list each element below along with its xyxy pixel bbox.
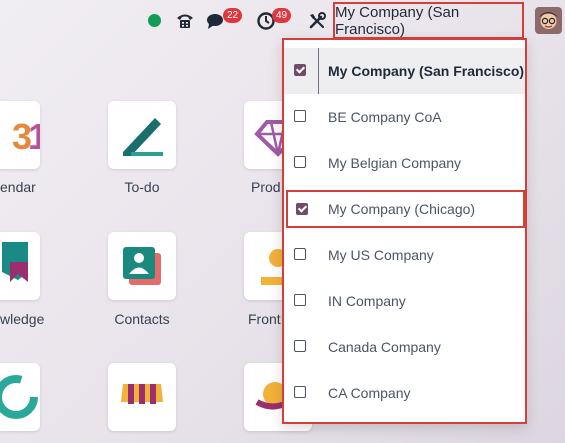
checkbox-icon[interactable] <box>294 64 306 76</box>
checkbox-icon[interactable] <box>294 156 306 168</box>
calendar-app-tile[interactable]: 3 1 <box>0 101 40 169</box>
activities-count-badge: 49 <box>272 8 292 23</box>
company-item-chicago[interactable]: My Company (Chicago) <box>286 190 525 228</box>
calendar-icon: 3 1 <box>12 116 40 157</box>
todo-app-label: To-do <box>124 179 160 195</box>
company-item-label: Canada Company <box>328 339 441 355</box>
contacts-app-label: Contacts <box>114 311 170 327</box>
shop-app-tile[interactable] <box>108 363 176 431</box>
company-item-label: CA Company <box>328 385 411 401</box>
company-item-label: My US Company <box>328 247 434 263</box>
company-item-canada-company[interactable]: Canada Company <box>284 324 525 370</box>
company-item-label: IN Company <box>328 293 406 309</box>
knowledge-book-icon <box>2 242 28 282</box>
todo-app-tile[interactable] <box>108 101 176 169</box>
checkbox-icon[interactable] <box>294 340 306 352</box>
company-item-in-company[interactable]: IN Company <box>284 278 525 324</box>
svg-text:1: 1 <box>28 116 40 157</box>
company-item-ca-company[interactable]: CA Company <box>284 370 525 416</box>
contact-card-icon <box>123 247 161 285</box>
calendar-app-label: endar <box>0 179 36 195</box>
company-item-label: My Company (Chicago) <box>328 201 476 217</box>
debug-tools-icon[interactable] <box>307 11 327 31</box>
knowledge-app-label: wledge <box>0 311 45 327</box>
company-item-san-francisco[interactable]: My Company (San Francisco) <box>284 48 525 94</box>
top-navbar: 22 49 My Company (San Francisco) <box>0 0 565 42</box>
contacts-app-tile[interactable] <box>108 232 176 300</box>
partial-app-tile-1[interactable] <box>0 363 40 431</box>
products-app-label: Prod <box>251 179 281 195</box>
checkbox-icon[interactable] <box>294 294 306 306</box>
company-switcher-button[interactable]: My Company (San Francisco) <box>333 2 524 39</box>
user-avatar[interactable] <box>535 7 562 34</box>
messages-count-badge: 22 <box>223 8 243 23</box>
company-item-label: My Company (San Francisco) <box>328 63 525 79</box>
company-item-my-us-company[interactable]: My US Company <box>284 232 525 278</box>
checkbox-icon[interactable] <box>294 248 306 260</box>
company-item-my-belgian-company[interactable]: My Belgian Company <box>284 140 525 186</box>
phone-icon[interactable] <box>175 11 195 31</box>
ring-icon <box>0 375 38 419</box>
shop-awning-icon <box>121 384 163 404</box>
checkbox-icon[interactable] <box>294 386 306 398</box>
company-item-label: BE Company CoA <box>328 109 442 125</box>
company-switcher-dropdown: My Company (San Francisco) BE Company Co… <box>282 38 527 424</box>
checkbox-icon[interactable] <box>294 110 306 122</box>
company-item-label: My Belgian Company <box>328 155 462 171</box>
company-item-be-company-coa[interactable]: BE Company CoA <box>284 94 525 140</box>
presence-status-dot <box>148 14 161 27</box>
checkbox-icon[interactable] <box>296 203 308 215</box>
knowledge-app-tile[interactable] <box>0 232 40 300</box>
frontdesk-app-label: Front <box>248 311 281 327</box>
item-divider <box>318 48 319 94</box>
todo-pen-icon <box>123 118 163 156</box>
